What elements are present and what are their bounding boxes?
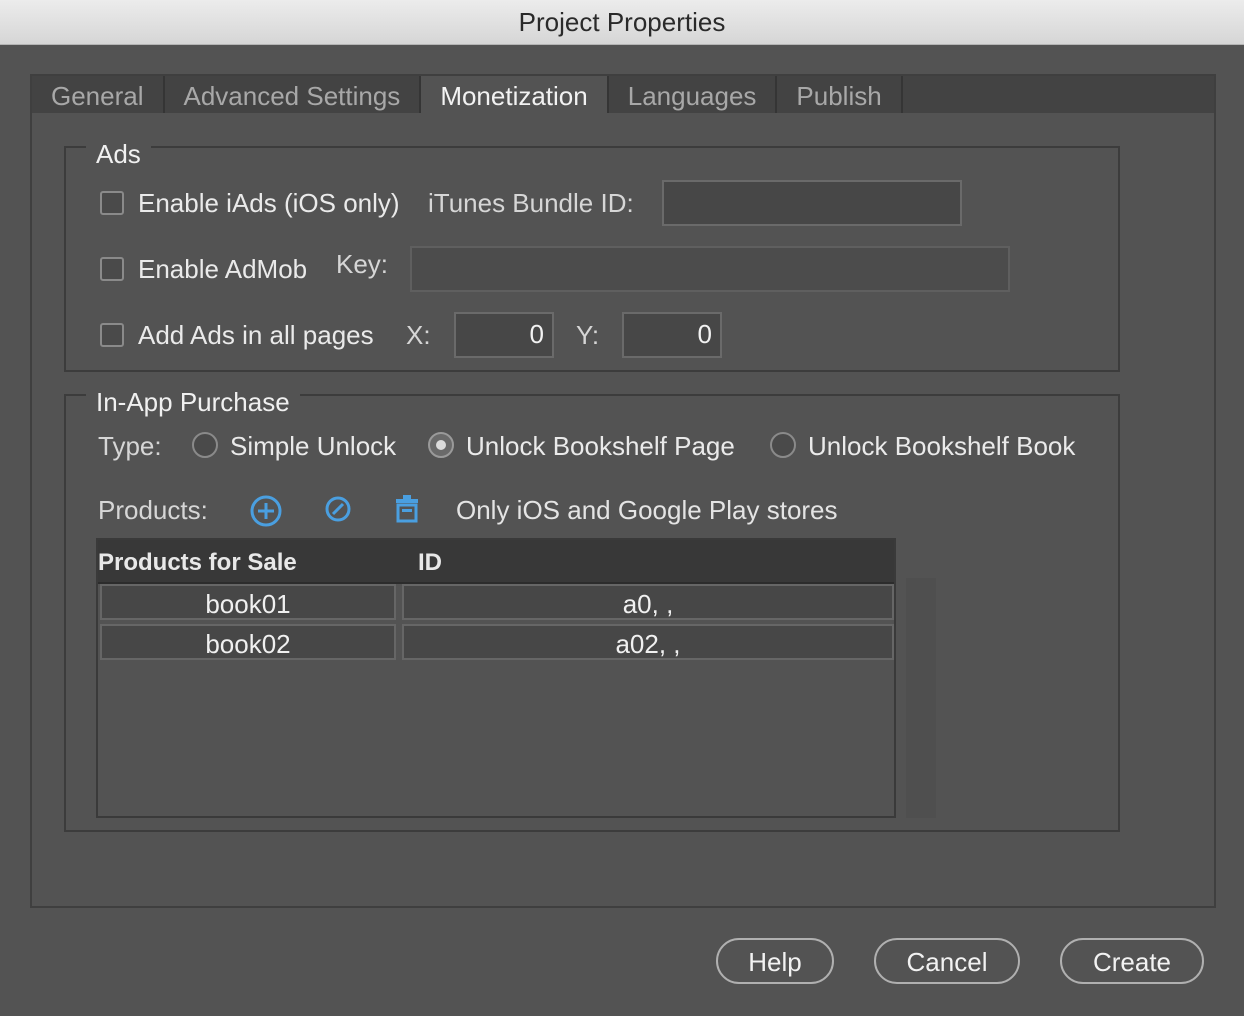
enable-iads-checkbox[interactable] <box>100 191 124 215</box>
table-header: Products for Sale ID <box>98 540 894 584</box>
tab-advanced-settings[interactable]: Advanced Settings <box>165 76 422 113</box>
table-cell-product[interactable]: book02 <box>100 624 396 660</box>
iap-legend: In-App Purchase <box>86 387 300 417</box>
itunes-bundle-input[interactable] <box>662 180 962 226</box>
itunes-bundle-label: iTunes Bundle ID: <box>428 188 634 218</box>
cancel-button[interactable]: Cancel <box>874 938 1020 984</box>
products-table[interactable]: Products for Sale ID book01 a0, , book02… <box>96 538 896 818</box>
y-position-input[interactable]: 0 <box>622 312 722 358</box>
table-cell-product[interactable]: book01 <box>100 584 396 620</box>
enable-admob-checkbox[interactable] <box>100 257 124 281</box>
table-scrollbar[interactable] <box>906 578 936 818</box>
x-position-input[interactable]: 0 <box>454 312 554 358</box>
table-cell-id[interactable]: a02, , <box>402 624 894 660</box>
products-label: Products: <box>98 495 208 525</box>
unlock-bookshelf-page-label: Unlock Bookshelf Page <box>466 431 735 461</box>
tab-monetization[interactable]: Monetization <box>421 76 609 113</box>
tab-languages[interactable]: Languages <box>609 76 778 113</box>
ads-legend: Ads <box>86 139 151 169</box>
admob-key-label: Key: <box>336 249 389 279</box>
tab-publish[interactable]: Publish <box>777 76 903 113</box>
ads-all-pages-checkbox[interactable] <box>100 323 124 347</box>
products-note: Only iOS and Google Play stores <box>456 495 838 525</box>
type-label: Type: <box>98 431 162 461</box>
edit-icon[interactable] <box>321 492 355 526</box>
enable-admob-label: Enable AdMob <box>138 254 308 284</box>
add-icon[interactable] <box>249 494 283 528</box>
project-properties-dialog: Project Properties General Advanced Sett… <box>0 0 1244 1016</box>
x-label: X: <box>406 320 431 350</box>
radio-simple-unlock[interactable] <box>192 432 218 458</box>
enable-iads-label: Enable iAds (iOS only) <box>138 188 400 218</box>
create-button[interactable]: Create <box>1060 938 1204 984</box>
help-button[interactable]: Help <box>716 938 834 984</box>
radio-unlock-bookshelf-book[interactable] <box>770 432 796 458</box>
table-cell-id[interactable]: a0, , <box>402 584 894 620</box>
unlock-bookshelf-book-label: Unlock Bookshelf Book <box>808 431 1076 461</box>
column-header-id[interactable]: ID <box>418 540 442 582</box>
radio-unlock-bookshelf-page[interactable] <box>428 432 454 458</box>
simple-unlock-label: Simple Unlock <box>230 431 397 461</box>
delete-icon[interactable] <box>390 492 424 526</box>
tab-bar: General Advanced Settings Monetization L… <box>32 76 1214 113</box>
ads-all-pages-label: Add Ads in all pages <box>138 320 374 350</box>
tab-general[interactable]: General <box>32 76 165 113</box>
column-header-products[interactable]: Products for Sale <box>98 540 297 582</box>
y-label: Y: <box>576 320 600 350</box>
window-title: Project Properties <box>0 0 1244 45</box>
admob-key-input[interactable] <box>410 246 1010 292</box>
